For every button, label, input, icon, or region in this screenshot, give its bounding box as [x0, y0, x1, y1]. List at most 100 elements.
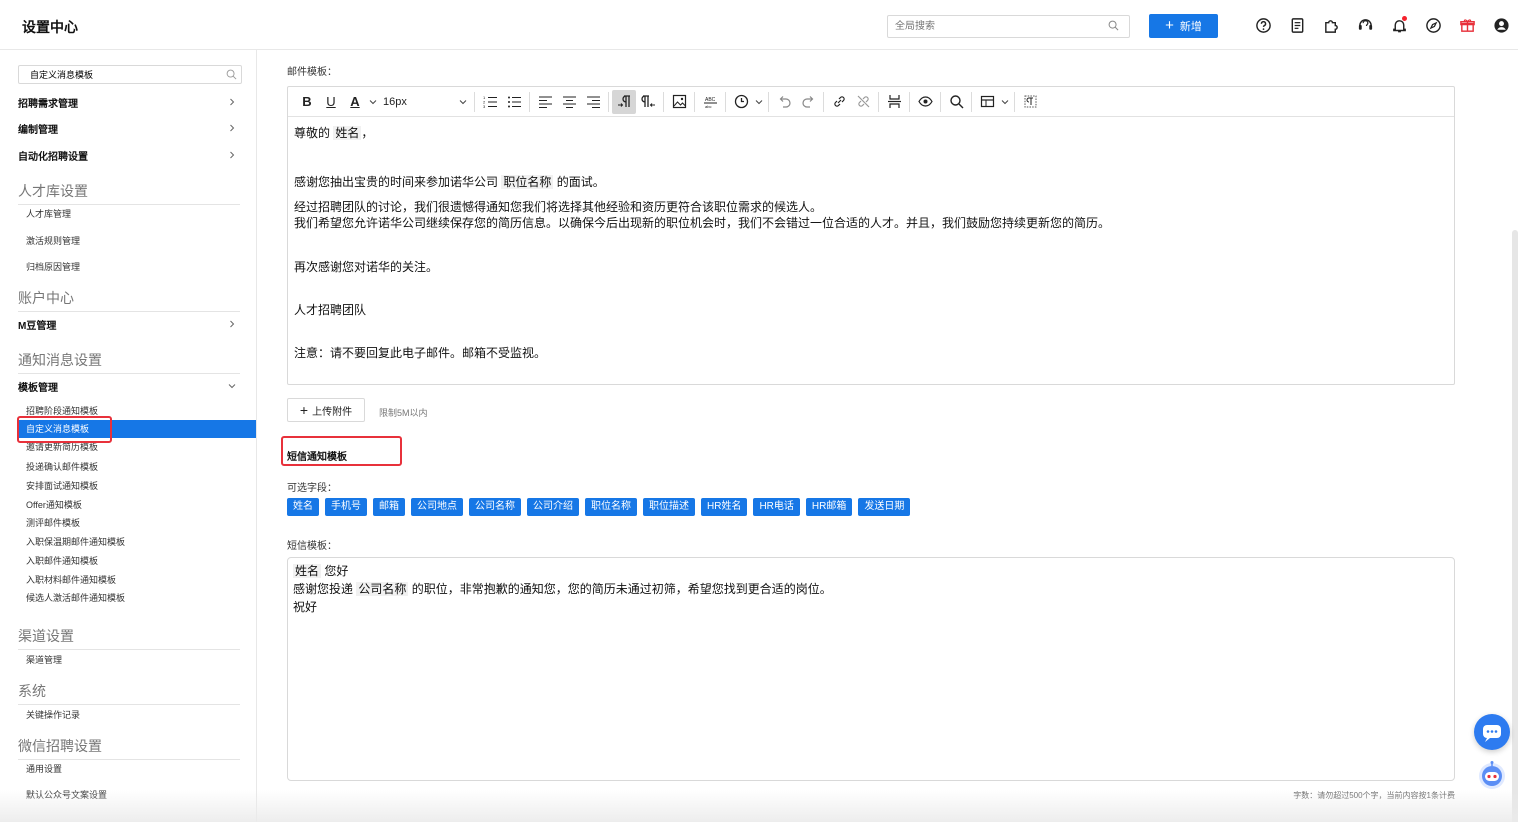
align-left-icon[interactable] — [533, 90, 557, 114]
field-chip-name: 姓名 — [333, 126, 362, 140]
field-tag[interactable]: 手机号 — [325, 498, 367, 516]
sidebar-item-stage-notify[interactable]: 招聘阶段通知模板 — [26, 404, 98, 417]
assistant-bot-button[interactable] — [1474, 757, 1510, 793]
strikethrough-icon[interactable]: ABC abc — [698, 90, 722, 114]
field-tag[interactable]: HR姓名 — [701, 498, 748, 516]
email-text: 的面试。 — [553, 175, 605, 189]
sidebar-item-custom-message[interactable]: 自定义消息模板 — [18, 420, 256, 438]
scroll-thumb[interactable] — [1512, 230, 1518, 822]
show-blocks-icon[interactable] — [1018, 90, 1042, 114]
sidebar: 招聘需求管理 编制管理 自动化招聘设置 人才库设置 人才库管理 激活规则管理 归… — [0, 50, 257, 822]
link-icon[interactable] — [827, 90, 851, 114]
search-icon[interactable] — [1108, 20, 1119, 31]
sidebar-item-activation-rules[interactable]: 激活规则管理 — [26, 234, 80, 247]
font-color-button[interactable]: A — [343, 90, 367, 114]
sms-text: 感谢您投递 — [293, 582, 357, 596]
chevron-down-icon[interactable] — [753, 90, 765, 114]
underline-button[interactable]: U — [319, 90, 343, 114]
sidebar-item-channel-manage[interactable]: 渠道管理 — [26, 653, 62, 666]
sidebar-group-automation[interactable]: 自动化招聘设置 — [18, 146, 240, 164]
ordered-list-icon[interactable]: 123 — [478, 90, 502, 114]
chevron-down-icon[interactable] — [999, 90, 1011, 114]
upload-attachment-button[interactable]: + 上传附件 — [287, 398, 365, 422]
field-tag[interactable]: 公司名称 — [469, 498, 521, 516]
sidebar-group-m-bean[interactable]: M豆管理 — [18, 315, 240, 333]
user-avatar-icon[interactable] — [1492, 16, 1510, 34]
clock-icon[interactable] — [729, 90, 753, 114]
sidebar-item-onboard-mail[interactable]: 入职邮件通知模板 — [26, 554, 98, 567]
redo-icon[interactable] — [796, 90, 820, 114]
plus-icon: + — [1165, 17, 1174, 34]
find-icon[interactable] — [944, 90, 968, 114]
gift-icon[interactable] — [1458, 16, 1476, 34]
preview-eye-icon[interactable] — [913, 90, 937, 114]
email-paragraph: 人才招聘团队 — [294, 303, 367, 317]
align-right-icon[interactable] — [581, 90, 605, 114]
field-tag[interactable]: 姓名 — [287, 498, 319, 516]
page-break-icon[interactable] — [882, 90, 906, 114]
sidebar-item-onboard-warmup[interactable]: 入职保温期邮件通知模板 — [26, 535, 125, 548]
email-editor[interactable]: B U A 16px 123 ABC abc 尊敬的 姓名 ， 感谢您抽出宝贵的… — [287, 86, 1455, 385]
chevron-down-icon[interactable] — [367, 90, 379, 114]
help-icon[interactable] — [1254, 16, 1272, 34]
sidebar-search[interactable] — [18, 65, 242, 84]
toolbar-divider — [823, 91, 824, 112]
sidebar-item-general-settings[interactable]: 通用设置 — [26, 762, 62, 775]
support-icon[interactable] — [1356, 16, 1374, 34]
new-button[interactable]: + 新增 — [1149, 14, 1218, 38]
sidebar-item-resume-update[interactable]: 邀请更新简历模板 — [26, 440, 98, 453]
sidebar-item-interview-notify[interactable]: 安排面试通知模板 — [26, 479, 98, 492]
chat-float-button[interactable] — [1474, 714, 1510, 750]
email-paragraph: 我们希望您允许诺华公司继续保存您的简历信息。以确保今后出现新的职位机会时，我们不… — [294, 216, 1111, 230]
toolbar-divider — [878, 91, 879, 112]
section-title-account: 账户中心 — [18, 288, 240, 312]
global-search[interactable] — [887, 15, 1130, 38]
field-tag[interactable]: 职位描述 — [643, 498, 695, 516]
rtl-direction-icon[interactable] — [636, 90, 660, 114]
sidebar-group-recruit-demand[interactable]: 招聘需求管理 — [18, 93, 240, 111]
field-tag[interactable]: 邮箱 — [373, 498, 405, 516]
bell-icon[interactable] — [1390, 16, 1408, 34]
ltr-direction-icon[interactable] — [612, 89, 636, 114]
sidebar-item-onboard-materials[interactable]: 入职材料邮件通知模板 — [26, 573, 116, 586]
table-icon[interactable] — [975, 90, 999, 114]
plugin-icon[interactable] — [1322, 16, 1340, 34]
sidebar-item-candidate-activation[interactable]: 候选人激活邮件通知模板 — [26, 591, 125, 604]
field-tag[interactable]: HR电话 — [753, 498, 800, 516]
sidebar-item-delivery-confirm[interactable]: 投递确认邮件模板 — [26, 460, 98, 473]
bullet-list-icon[interactable] — [502, 90, 526, 114]
toolbar-divider — [909, 91, 910, 112]
image-icon[interactable] — [667, 90, 691, 114]
sidebar-item-talent-pool[interactable]: 人才库管理 — [26, 207, 71, 220]
font-size-select[interactable]: 16px — [379, 96, 471, 108]
page-scrollbar[interactable] — [1512, 50, 1518, 822]
compass-icon[interactable] — [1424, 16, 1442, 34]
align-center-icon[interactable] — [557, 90, 581, 114]
sidebar-item-archive-reasons[interactable]: 归档原因管理 — [26, 260, 80, 273]
global-search-input[interactable] — [888, 16, 1098, 37]
sidebar-item-assessment-mail[interactable]: 测评邮件模板 — [26, 516, 80, 529]
field-tag[interactable]: 公司地点 — [411, 498, 463, 516]
search-icon[interactable] — [226, 69, 237, 80]
editor-toolbar: B U A 16px 123 ABC abc — [288, 87, 1454, 117]
bold-button[interactable]: B — [295, 90, 319, 114]
sidebar-item-wechat-copy[interactable]: 默认公众号文案设置 — [26, 788, 107, 801]
field-tag[interactable]: 公司介绍 — [527, 498, 579, 516]
unlink-icon[interactable] — [851, 90, 875, 114]
document-icon[interactable] — [1288, 16, 1306, 34]
sidebar-group-templates[interactable]: 模板管理 — [18, 377, 240, 395]
sidebar-item-operation-log[interactable]: 关键操作记录 — [26, 708, 80, 721]
sidebar-item-offer-notify[interactable]: Offer通知模板 — [26, 498, 82, 511]
field-tag[interactable]: 发送日期 — [858, 498, 911, 516]
sidebar-search-input[interactable] — [19, 66, 209, 83]
toolbar-divider — [529, 91, 530, 112]
undo-icon[interactable] — [772, 90, 796, 114]
field-tag[interactable]: 职位名称 — [585, 498, 637, 516]
toolbar-divider — [1014, 91, 1015, 112]
robot-icon — [1479, 761, 1505, 789]
sms-template-editor[interactable]: 姓名 您好 感谢您投递 公司名称 的职位，非常抱歉的通知您，您的简历未通过初筛，… — [287, 557, 1455, 781]
field-tag[interactable]: HR邮箱 — [805, 498, 853, 516]
font-size-value: 16px — [383, 95, 407, 108]
sidebar-group-headcount[interactable]: 编制管理 — [18, 119, 240, 137]
toolbar-divider — [694, 91, 695, 112]
